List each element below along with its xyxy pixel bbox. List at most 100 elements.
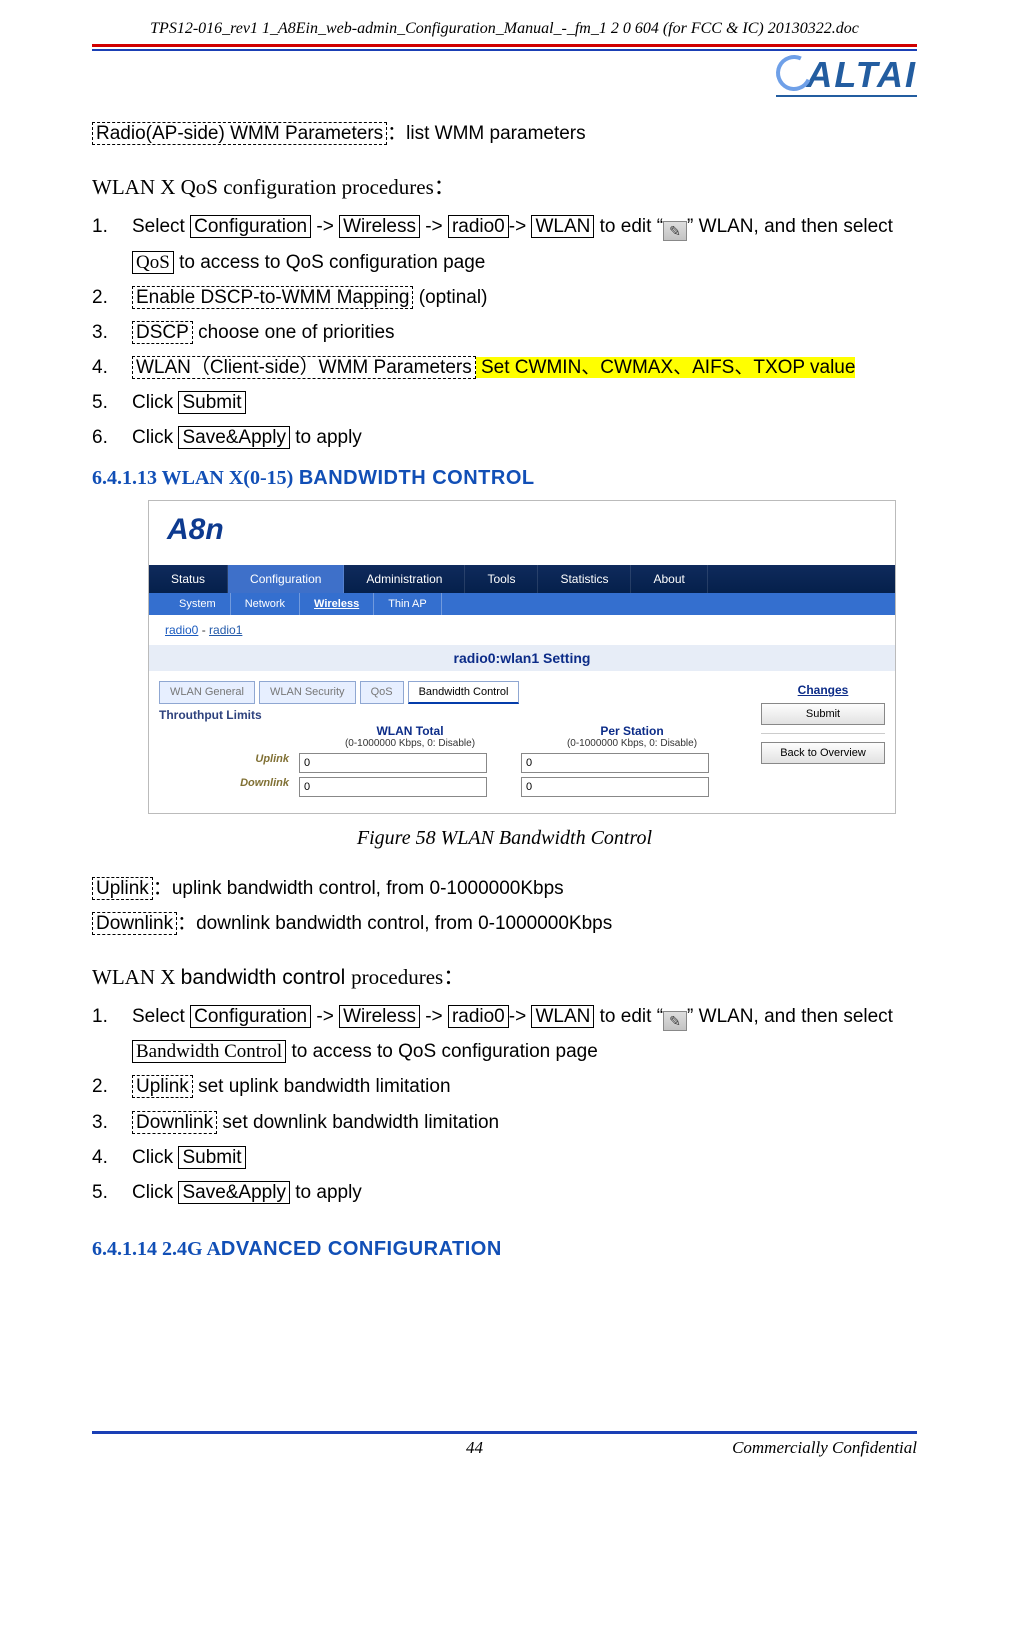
uplink-desc: ：uplink bandwidth control, from 0-100000…: [153, 878, 564, 899]
box-dscp: DSCP: [132, 321, 193, 344]
hr-red: [92, 44, 917, 47]
sub-nav: System Network Wireless Thin AP: [149, 593, 895, 615]
step3-after: choose one of priorities: [193, 322, 395, 343]
uplink-box: Uplink: [92, 877, 153, 900]
qos-proc-title: WLAN X QoS configuration procedures：: [92, 171, 917, 201]
subtab-security[interactable]: WLAN Security: [259, 681, 356, 704]
subtab-qos[interactable]: QoS: [360, 681, 404, 704]
input-downlink-per[interactable]: [521, 777, 709, 797]
shot-left: WLAN General WLAN Security QoS Bandwidth…: [159, 681, 743, 797]
subtab-general[interactable]: WLAN General: [159, 681, 255, 704]
subnav-network[interactable]: Network: [231, 593, 300, 615]
edit-icon: [663, 221, 687, 241]
tab-statistics[interactable]: Statistics: [538, 565, 631, 593]
bw-proc-a: WLAN X: [92, 965, 181, 989]
line-radio-wmm: Radio(AP-side) WMM Parameters：list WMM p…: [92, 119, 917, 149]
h6-b: B: [293, 467, 313, 489]
uplink-line: Uplink：uplink bandwidth control, from 0-…: [92, 874, 917, 904]
box-bwcontrol: Bandwidth Control: [132, 1040, 286, 1063]
tab-administration[interactable]: Administration: [344, 565, 465, 593]
bw-num-5: 5.: [92, 1175, 132, 1210]
col-per-station: Per Station: [521, 724, 743, 738]
step-num-4: 4.: [92, 350, 132, 385]
radio-wmm-desc: ：list WMM parameters: [387, 123, 585, 144]
changes-link[interactable]: Changes: [761, 681, 885, 703]
w-toapply2: to apply: [290, 1182, 362, 1203]
range-note-1: (0-1000000 Kbps, 0: Disable): [299, 738, 521, 749]
step-body-2: Enable DSCP-to-WMM Mapping (optinal): [132, 280, 917, 315]
col-wlan-total: WLAN Total: [299, 724, 521, 738]
step-num-5: 5.: [92, 385, 132, 420]
bc-radio1[interactable]: radio1: [209, 623, 242, 637]
tab-configuration[interactable]: Configuration: [228, 565, 344, 593]
radio-wmm-param-box: Radio(AP-side) WMM Parameters: [92, 122, 387, 145]
word-wlan-after: WLAN, and then select: [693, 216, 893, 237]
tab-status[interactable]: Status: [149, 565, 228, 593]
bc-sep: -: [198, 623, 209, 637]
lbl-uplink: Uplink: [159, 753, 299, 773]
heading-6-4-1-14: 6.4.1.14 2.4G ADVANCED CONFIGURATION: [92, 1238, 917, 1261]
back-button[interactable]: Back to Overview: [761, 742, 885, 764]
subtab-bandwidth[interactable]: Bandwidth Control: [408, 681, 520, 704]
subnav-system[interactable]: System: [165, 593, 231, 615]
arrow-2: ->: [420, 216, 448, 237]
box-wireless-2: Wireless: [339, 1005, 420, 1028]
bw-proc-c: procedures: [351, 965, 443, 989]
box-downlink: Downlink: [132, 1111, 217, 1134]
downlink-line: Downlink：downlink bandwidth control, fro…: [92, 909, 917, 939]
h614-num: 6.4.1.14: [92, 1238, 157, 1260]
shot-right: Changes Submit Back to Overview: [743, 681, 885, 797]
input-uplink-total[interactable]: [299, 753, 487, 773]
word-to-access: to access to QoS configuration page: [174, 252, 486, 273]
step4-highlight: Set CWMIN、CWMAX、AIFS、TXOP value: [476, 357, 856, 378]
radio-title: radio0:wlan1 Setting: [149, 645, 895, 671]
step-body-1: Select Configuration -> Wireless -> radi…: [132, 209, 917, 279]
downlink-desc: ：downlink bandwidth control, from 0-1000…: [177, 913, 612, 934]
h614-a: 2.4G A: [157, 1238, 221, 1260]
step2-after: (optinal): [413, 287, 487, 308]
range-note-2: (0-1000000 Kbps, 0: Disable): [521, 738, 743, 749]
submit-button[interactable]: Submit: [761, 703, 885, 725]
ar2b: ->: [420, 1006, 448, 1027]
lbl-downlink: Downlink: [159, 777, 299, 797]
bc-radio0[interactable]: radio0: [165, 623, 198, 637]
page-number: 44: [292, 1438, 657, 1458]
bw-num-1: 1.: [92, 999, 132, 1069]
box-radio0: radio0: [448, 215, 509, 238]
range-note-row: (0-1000000 Kbps, 0: Disable) (0-1000000 …: [159, 738, 743, 749]
h6-a: WLAN X(0-15): [157, 467, 293, 489]
bw-body-4: Click Submit: [132, 1140, 917, 1175]
box-wlan-client: WLAN（Client-side）WMM Parameters: [132, 356, 476, 379]
shot-logo: A8n: [149, 501, 895, 565]
arrow-3: ->: [509, 216, 532, 237]
box-submit-2: Submit: [178, 1146, 245, 1169]
bw3-after: set downlink bandwidth limitation: [217, 1112, 499, 1133]
tab-about[interactable]: About: [631, 565, 707, 593]
downlink-box: Downlink: [92, 912, 177, 935]
box-configuration-2: Configuration: [190, 1005, 311, 1028]
bw-body-2: Uplink set uplink bandwidth limitation: [132, 1069, 917, 1104]
box-saveapply: Save&Apply: [178, 426, 290, 449]
subnav-thinap[interactable]: Thin AP: [374, 593, 442, 615]
step-num-3: 3.: [92, 315, 132, 350]
bw-body-3: Downlink set downlink bandwidth limitati…: [132, 1105, 917, 1140]
qos-proc-title-text: WLAN X QoS configuration procedures: [92, 175, 434, 199]
main-nav: Status Configuration Administration Tool…: [149, 565, 895, 593]
word-click-1: Click: [132, 392, 178, 413]
colon-2: ：: [443, 965, 464, 989]
word-toedit: to edit: [594, 216, 656, 237]
altai-logo-text: ALTAI: [806, 54, 917, 95]
bw-num-4: 4.: [92, 1140, 132, 1175]
input-downlink-total[interactable]: [299, 777, 487, 797]
input-uplink-per[interactable]: [521, 753, 709, 773]
step-body-5: Click Submit: [132, 385, 917, 420]
box-enable-dscp: Enable DSCP-to-WMM Mapping: [132, 286, 413, 309]
tab-tools[interactable]: Tools: [465, 565, 538, 593]
step-body-4: WLAN（Client-side）WMM Parameters Set CWMI…: [132, 350, 917, 385]
step-num-2: 2.: [92, 280, 132, 315]
ar3b: ->: [509, 1006, 532, 1027]
subnav-wireless[interactable]: Wireless: [300, 593, 374, 615]
step-num-1: 1.: [92, 209, 132, 279]
arrow-1: ->: [311, 216, 339, 237]
logo-row: ALTAI: [92, 51, 917, 115]
